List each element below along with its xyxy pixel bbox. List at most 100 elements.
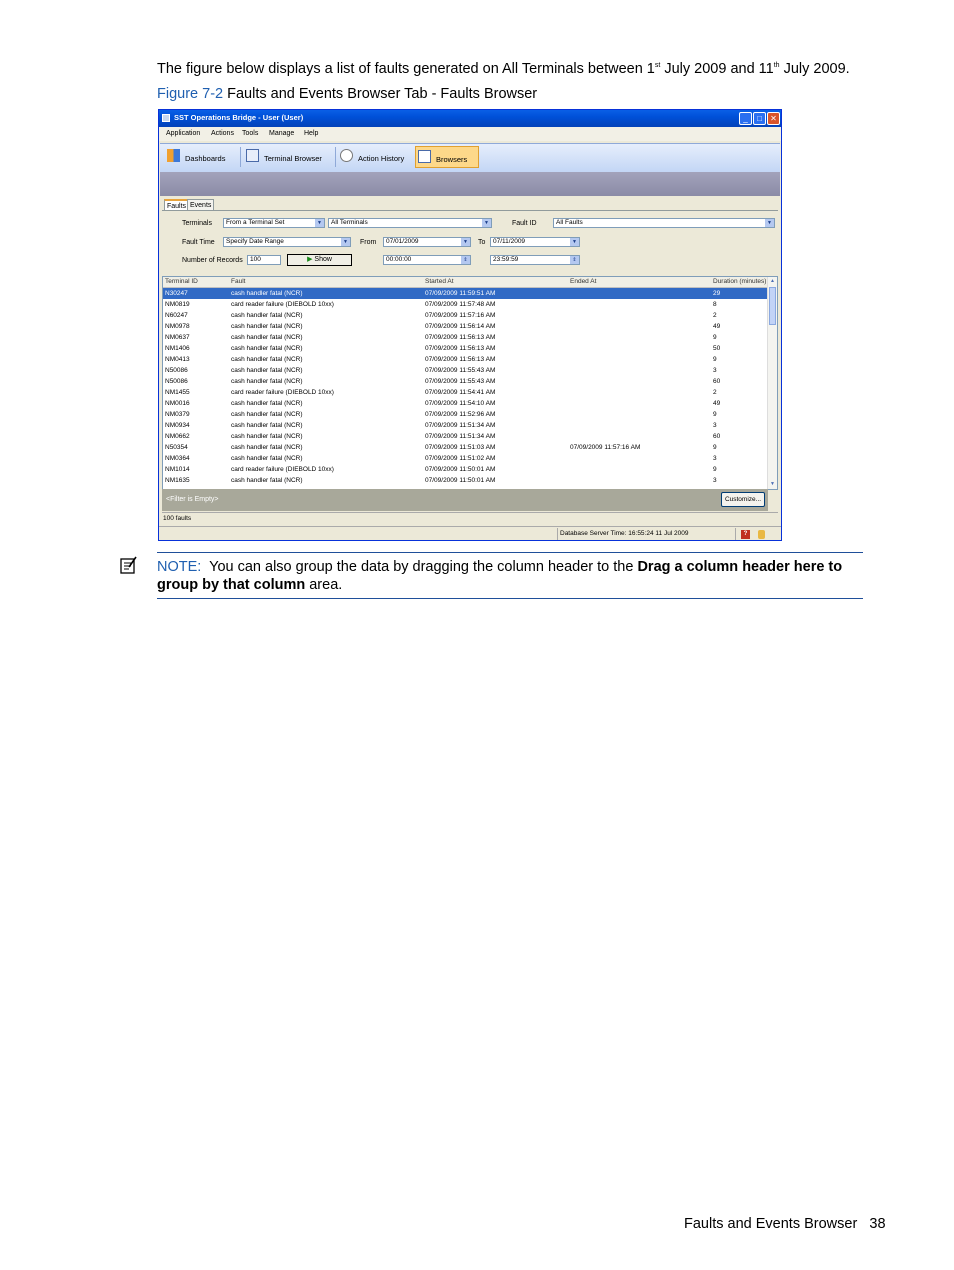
to-label: To	[478, 239, 486, 246]
chevron-down-icon[interactable]: ▼	[341, 238, 350, 246]
from-date-picker[interactable]: 07/01/2009 ▼	[383, 237, 471, 247]
chevron-down-icon[interactable]: ▼	[461, 238, 470, 246]
menu-actions[interactable]: Actions	[211, 130, 234, 137]
table-row[interactable]: NM0413 cash handler fatal (NCR) 07/09/2009…	[163, 354, 769, 365]
scroll-up-icon[interactable]: ▲	[768, 277, 777, 286]
browsers-button[interactable]: Browsers	[415, 146, 479, 168]
cell-terminal-id: NM0978	[165, 323, 190, 330]
table-row[interactable]: N60247 cash handler fatal (NCR) 07/09/2009…	[163, 310, 769, 321]
cell-fault: card reader failure (DIEBOLD 10xx)	[231, 301, 334, 308]
table-row[interactable]: NM1014 card reader failure (DIEBOLD 10xx)…	[163, 464, 769, 475]
table-row[interactable]: N50086 cash handler fatal (NCR) 07/09/2009…	[163, 365, 769, 376]
chevron-down-icon[interactable]: ▼	[482, 219, 491, 227]
table-row[interactable]: N50086 cash handler fatal (NCR) 07/09/2009…	[163, 376, 769, 387]
customize-button[interactable]: Customize...	[721, 492, 765, 507]
fault-id-select[interactable]: All Faults ▼	[553, 218, 775, 228]
from-time-spinner[interactable]: 00:00:00 ⇕	[383, 255, 471, 265]
cell-fault: cash handler fatal (NCR)	[231, 378, 303, 385]
app-window: SST Operations Bridge - User (User) _ □ …	[158, 109, 782, 541]
minimize-icon[interactable]: _	[739, 112, 752, 125]
table-row[interactable]: NM0637 cash handler fatal (NCR) 07/09/2009…	[163, 332, 769, 343]
cell-fault: cash handler fatal (NCR)	[231, 345, 303, 352]
table-row[interactable]: NM0662 cash handler fatal (NCR) 07/09/2009…	[163, 431, 769, 442]
cell-duration: 8	[713, 301, 717, 308]
cell-duration: 3	[713, 455, 717, 462]
help-icon[interactable]: ?	[741, 530, 750, 539]
toolbar-separator	[240, 147, 241, 167]
scroll-down-icon[interactable]: ▼	[768, 480, 777, 489]
dashboards-button[interactable]: Dashboards	[165, 146, 239, 168]
cell-terminal-id: NM0379	[165, 411, 190, 418]
column-header-fault[interactable]: Fault	[231, 278, 245, 285]
chevron-down-icon[interactable]: ▼	[570, 238, 579, 246]
page-number: 38	[869, 1216, 886, 1232]
chevron-down-icon[interactable]: ▼	[315, 219, 324, 227]
terminal-set-select[interactable]: From a Terminal Set ▼	[223, 218, 325, 228]
column-header-terminal-id[interactable]: Terminal ID	[165, 278, 198, 285]
menu-manage[interactable]: Manage	[269, 130, 294, 137]
cell-started-at: 07/09/2009 11:56:14 AM	[425, 323, 496, 330]
scroll-thumb[interactable]	[769, 287, 776, 325]
terminals-select[interactable]: All Terminals ▼	[328, 218, 492, 228]
cell-fault: cash handler fatal (NCR)	[231, 411, 303, 418]
table-row[interactable]: NM0934 cash handler fatal (NCR) 07/09/2009…	[163, 420, 769, 431]
to-date-value: 07/11/2009	[493, 238, 526, 245]
cell-duration: 2	[713, 389, 717, 396]
menu-bar: Application Actions Tools Manage Help	[159, 127, 781, 141]
filter-status[interactable]: <Filter is Empty>	[166, 496, 219, 503]
figure-label: Figure 7-2	[157, 86, 224, 102]
status-divider	[735, 528, 736, 540]
cell-fault: cash handler fatal (NCR)	[231, 334, 303, 341]
note-bottom-rule	[157, 598, 863, 599]
table-row[interactable]: N30247 cash handler fatal (NCR) 07/09/2009…	[163, 288, 769, 299]
column-header-started-at[interactable]: Started At	[425, 278, 454, 285]
fault-time-select[interactable]: Specify Date Range ▼	[223, 237, 351, 247]
show-button[interactable]: ▶ Show	[287, 254, 352, 266]
filter-panel: Terminals From a Terminal Set ▼ All Termi…	[162, 210, 778, 277]
to-time-spinner[interactable]: 23:59:59 ⇕	[490, 255, 580, 265]
records-label: Number of Records	[182, 257, 243, 264]
cell-terminal-id: N50354	[165, 444, 188, 451]
cell-terminal-id: N60247	[165, 312, 188, 319]
table-row[interactable]: NM0016 cash handler fatal (NCR) 07/09/2009…	[163, 398, 769, 409]
table-row[interactable]: NM1406 cash handler fatal (NCR) 07/09/2009…	[163, 343, 769, 354]
menu-help[interactable]: Help	[304, 130, 318, 137]
table-row[interactable]: NM0978 cash handler fatal (NCR) 07/09/2009…	[163, 321, 769, 332]
faults-grid: Terminal ID Fault Started At Ended At Du…	[162, 276, 778, 490]
menu-application[interactable]: Application	[166, 130, 200, 137]
table-row[interactable]: NM1455 card reader failure (DIEBOLD 10xx)…	[163, 387, 769, 398]
spinner-icon[interactable]: ⇕	[461, 256, 470, 264]
column-header-ended-at[interactable]: Ended At	[570, 278, 596, 285]
terminals-label: Terminals	[182, 220, 212, 227]
action-history-label: Action History	[358, 154, 405, 163]
action-history-button[interactable]: Action History	[338, 146, 414, 168]
note-label: NOTE:	[157, 559, 202, 575]
column-header-duration[interactable]: Duration (minutes)	[713, 278, 766, 285]
to-date-picker[interactable]: 07/11/2009 ▼	[490, 237, 580, 247]
cell-started-at: 07/09/2009 11:59:51 AM	[425, 290, 496, 297]
cell-duration: 49	[713, 323, 721, 330]
table-row[interactable]: NM1635 cash handler fatal (NCR) 07/09/2009…	[163, 475, 769, 486]
dashboards-label: Dashboards	[185, 154, 226, 163]
cell-started-at: 07/09/2009 11:51:03 AM	[425, 444, 496, 451]
grid-scrollbar[interactable]: ▲ ▼	[767, 277, 777, 489]
from-label: From	[360, 239, 377, 246]
menu-tools[interactable]: Tools	[242, 130, 258, 137]
table-row[interactable]: NM0379 cash handler fatal (NCR) 07/09/2009…	[163, 409, 769, 420]
terminal-set-value: From a Terminal Set	[226, 219, 285, 226]
records-input[interactable]: 100	[247, 255, 281, 265]
table-row[interactable]: NM0819 card reader failure (DIEBOLD 10xx)…	[163, 299, 769, 310]
maximize-icon[interactable]: □	[753, 112, 766, 125]
table-row[interactable]: N50354 cash handler fatal (NCR) 07/09/2009…	[163, 442, 769, 453]
cell-duration: 9	[713, 356, 717, 363]
terminal-browser-button[interactable]: Terminal Browser	[244, 146, 334, 168]
spinner-icon[interactable]: ⇕	[570, 256, 579, 264]
terminals-value: All Terminals	[331, 219, 368, 226]
figure-title: Faults and Events Browser Tab - Faults B…	[223, 86, 538, 102]
cell-duration: 49	[713, 400, 721, 407]
close-icon[interactable]: ✕	[767, 112, 780, 125]
cell-terminal-id: N50086	[165, 367, 188, 374]
chevron-down-icon[interactable]: ▼	[765, 219, 774, 227]
table-row[interactable]: NM0364 cash handler fatal (NCR) 07/09/2009…	[163, 453, 769, 464]
cell-started-at: 07/09/2009 11:57:48 AM	[425, 301, 496, 308]
